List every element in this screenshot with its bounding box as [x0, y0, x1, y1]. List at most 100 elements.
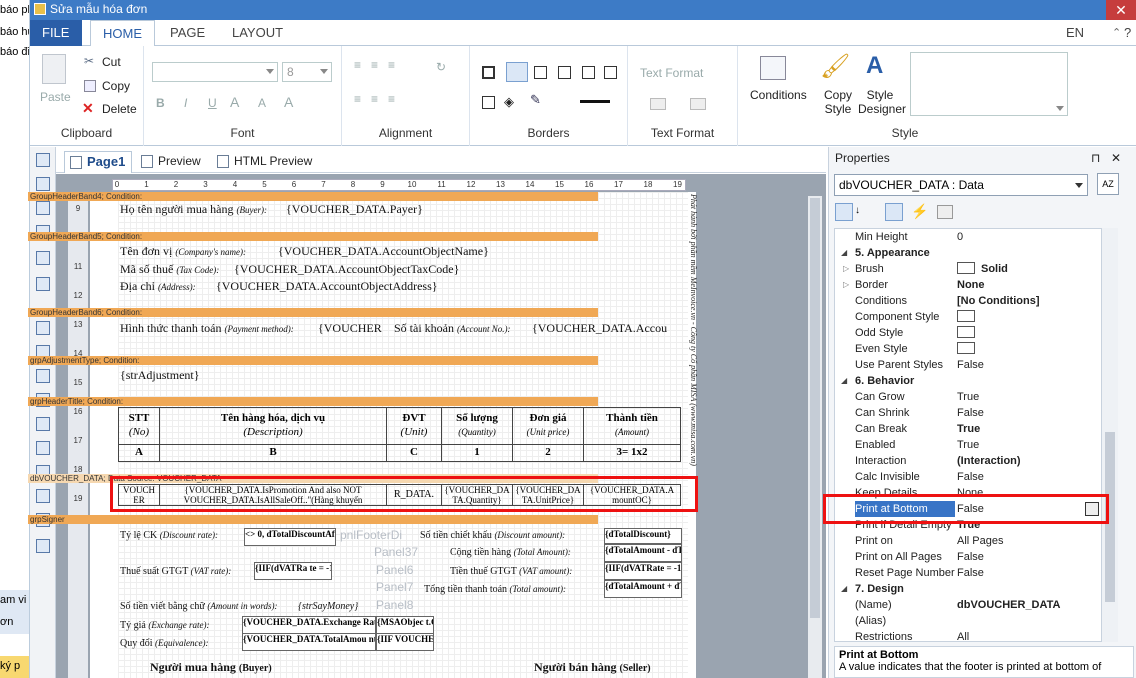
property-value[interactable]: 0: [957, 229, 1097, 245]
collapse-icon[interactable]: ◢: [841, 581, 847, 597]
sort-az-icon[interactable]: AZ: [1097, 173, 1119, 195]
alphabetical-icon[interactable]: ↓: [855, 205, 871, 221]
property-value[interactable]: [957, 325, 1097, 341]
band-group-header-4[interactable]: GroupHeaderBand4; Condition:: [28, 192, 598, 201]
close-button[interactable]: ✕: [1106, 0, 1136, 20]
grand-field[interactable]: {dTotalAmount + dTotalVAT -: [604, 580, 682, 598]
col-unit[interactable]: ĐVT (Unit): [386, 407, 442, 445]
panel-6[interactable]: Panel6: [376, 563, 413, 577]
col-qty[interactable]: Số lượng (Quantity): [441, 407, 513, 445]
font-size-combo[interactable]: 8: [282, 62, 332, 82]
property-row[interactable]: ▷ Brush Solid: [835, 261, 1103, 277]
disc-label[interactable]: Tỷ lệ CK (Discount rate):: [120, 530, 218, 541]
delete-button[interactable]: Delete: [102, 102, 137, 116]
property-value[interactable]: Solid: [957, 261, 1097, 277]
disc-formula[interactable]: <> 0, dTotalDiscountAfTa: [244, 528, 336, 546]
tab-page1[interactable]: Page1: [64, 151, 132, 173]
acct-field[interactable]: {VOUCHER_DATA.Accou: [532, 321, 672, 336]
property-value[interactable]: True: [957, 437, 1097, 453]
property-scrollbar[interactable]: [1102, 228, 1118, 642]
rotate-icon[interactable]: ↻: [436, 60, 446, 74]
panel-7[interactable]: Panel7: [376, 580, 413, 594]
band-group-header-6[interactable]: GroupHeaderBand6; Condition:: [28, 308, 598, 317]
events-icon[interactable]: ⚡: [911, 203, 928, 220]
property-row[interactable]: Reset Page Number False: [835, 565, 1103, 581]
property-value[interactable]: False: [957, 565, 1097, 581]
style-gallery[interactable]: [910, 52, 1068, 116]
rate-field[interactable]: {VOUCHER_DATA.Exchange Rate}: [242, 616, 376, 634]
col-price[interactable]: Đơn giá (Unit price): [512, 407, 584, 445]
valign-icons[interactable]: ≡≡≡: [354, 92, 405, 106]
border-outside-icon[interactable]: [506, 62, 528, 82]
toolbox-icon[interactable]: [36, 177, 50, 191]
expand-icon[interactable]: ▷: [843, 277, 849, 293]
words-field[interactable]: {strSayMoney}: [298, 601, 358, 612]
tax-field[interactable]: {VOUCHER_DATA.AccountObjectTaxCode}: [234, 262, 459, 277]
tab-file[interactable]: FILE: [30, 20, 82, 46]
canvas-scrollbar[interactable]: [808, 196, 822, 678]
font-color-button[interactable]: A: [284, 94, 293, 110]
property-value[interactable]: False: [957, 549, 1097, 565]
disc-amt-field[interactable]: {dTotalDiscount}: [604, 528, 682, 544]
property-row[interactable]: Calc Invisible False: [835, 469, 1103, 485]
collapse-icon[interactable]: ◢: [841, 373, 847, 389]
property-value[interactable]: False: [957, 357, 1097, 373]
property-row[interactable]: ◢ 7. Design: [835, 581, 1103, 597]
style-designer-button[interactable]: Style Designer: [858, 88, 906, 116]
panel-37[interactable]: Panel37: [374, 545, 418, 559]
tab-home[interactable]: HOME: [90, 20, 155, 47]
toolbox-icon[interactable]: [36, 369, 50, 383]
border-top-icon[interactable]: [534, 66, 547, 79]
words-label[interactable]: Số tiền viết bằng chữ (Amount in words):: [120, 601, 278, 612]
italic-button[interactable]: I: [184, 96, 187, 110]
acct-label[interactable]: Số tài khoản (Account No.):: [394, 321, 510, 336]
property-row[interactable]: Can Shrink False: [835, 405, 1103, 421]
property-row[interactable]: Use Parent Styles False: [835, 357, 1103, 373]
property-row[interactable]: Interaction (Interaction): [835, 453, 1103, 469]
payer-field[interactable]: {VOUCHER_DATA.Payer}: [286, 202, 423, 217]
property-pages-icon[interactable]: [937, 205, 953, 219]
toolbox-icon[interactable]: [36, 153, 50, 167]
vat-amt-label[interactable]: Tiền thuế GTGT (VAT amount):: [450, 566, 572, 577]
panel-8[interactable]: Panel8: [376, 598, 413, 612]
tab-html-preview[interactable]: HTML Preview: [212, 151, 322, 173]
property-value[interactable]: [957, 341, 1097, 357]
vat-label[interactable]: Thuế suất GTGT (VAT rate):: [120, 566, 231, 577]
col-stt[interactable]: STT (No): [118, 407, 160, 445]
code-c[interactable]: C: [386, 444, 442, 462]
code-a[interactable]: A: [118, 444, 160, 462]
total-label[interactable]: Cộng tiền hàng (Total Amount):: [450, 547, 571, 558]
seller-sign[interactable]: Người bán hàng (Seller): [534, 660, 651, 675]
property-value[interactable]: False: [957, 405, 1097, 421]
font-name-combo[interactable]: [152, 62, 278, 82]
properties-tab-icon[interactable]: [885, 203, 903, 221]
toolbox-icon[interactable]: [36, 251, 50, 265]
toolbox-icon[interactable]: [36, 539, 50, 553]
property-row[interactable]: ▷ Border None: [835, 277, 1103, 293]
addr-label[interactable]: Địa chỉ (Address):: [120, 279, 196, 294]
border-right-icon[interactable]: [604, 66, 617, 79]
property-row[interactable]: Enabled True: [835, 437, 1103, 453]
paste-button[interactable]: Paste: [40, 90, 71, 104]
border-bottom-icon[interactable]: [582, 66, 595, 79]
col-amount[interactable]: Thành tiền (Amount): [583, 407, 681, 445]
toolbox-icon[interactable]: [36, 201, 50, 215]
property-row[interactable]: Conditions [No Conditions]: [835, 293, 1103, 309]
property-value[interactable]: False: [957, 469, 1097, 485]
expand-icon[interactable]: ▷: [843, 261, 849, 277]
format2-icon[interactable]: [690, 98, 706, 110]
border-left-icon[interactable]: [558, 66, 571, 79]
property-value[interactable]: [No Conditions]: [957, 293, 1097, 309]
property-value[interactable]: All: [957, 629, 1097, 645]
property-row[interactable]: Print on All Pages: [835, 533, 1103, 549]
property-row[interactable]: Min Height 0: [835, 229, 1103, 245]
col-name[interactable]: Tên hàng hóa, dịch vụ (Description): [159, 407, 387, 445]
tab-layout[interactable]: LAYOUT: [220, 20, 295, 46]
property-row[interactable]: Component Style: [835, 309, 1103, 325]
shrink-font-button[interactable]: A: [258, 96, 266, 110]
panel-close-icon[interactable]: ✕: [1111, 151, 1121, 165]
collapse-icon[interactable]: ◢: [841, 245, 847, 261]
tax-label[interactable]: Mã số thuế (Tax Code):: [120, 262, 219, 277]
canvas-scrollbar-thumb[interactable]: [810, 198, 820, 618]
object-selector[interactable]: dbVOUCHER_DATA : Data: [834, 174, 1088, 196]
